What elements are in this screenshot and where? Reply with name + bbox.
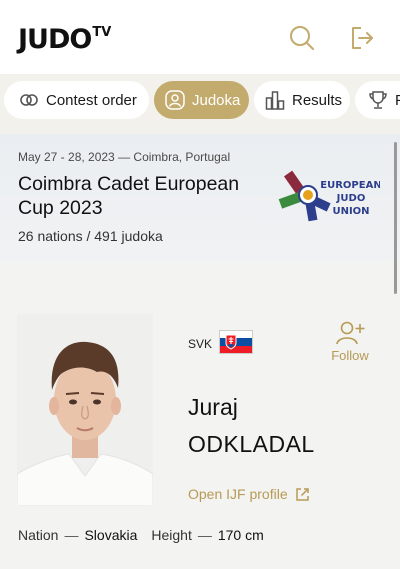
event-meta: May 27 - 28, 2023 — Coimbra, Portugal bbox=[18, 150, 230, 164]
country-code: SVK bbox=[188, 337, 213, 351]
profile-link-label: Open IJF profile bbox=[188, 486, 288, 502]
athlete-last-name: ODKLADAL bbox=[188, 431, 315, 457]
nation-label: Nation bbox=[18, 527, 59, 543]
event-stats: 26 nations / 491 judoka bbox=[18, 228, 163, 244]
tab-label: P bbox=[395, 92, 400, 109]
height-label: Height bbox=[151, 527, 192, 543]
tab-label: Contest order bbox=[46, 91, 137, 109]
open-ijf-profile-link[interactable]: Open IJF profile bbox=[188, 486, 310, 502]
search-icon bbox=[290, 26, 314, 50]
tab-label: Judoka bbox=[192, 91, 241, 109]
european-judo-union-logo: EUROPEAN JUDO UNION bbox=[278, 170, 380, 222]
logo-line-judo: JUDO bbox=[336, 193, 366, 204]
tab-contest-order[interactable]: Contest order bbox=[4, 81, 149, 119]
tab-bar: Contest order Judoka Results P bbox=[0, 74, 400, 134]
logo-line-european: EUROPEAN bbox=[320, 180, 380, 191]
event-title: Coimbra Cadet European Cup 2023 bbox=[18, 173, 240, 219]
logo-main-text: JUDO bbox=[18, 24, 92, 55]
nation-value: Slovakia bbox=[84, 527, 138, 543]
external-link-icon bbox=[295, 487, 309, 501]
event-header: May 27 - 28, 2023 — Coimbra, Portugal Co… bbox=[0, 134, 400, 262]
athlete-first-name: Juraj bbox=[188, 394, 238, 420]
top-bar: JUDO TV bbox=[0, 0, 400, 74]
event-location: Coimbra, Portugal bbox=[133, 150, 231, 164]
scrollbar[interactable] bbox=[394, 142, 397, 294]
tab-partial[interactable]: P bbox=[355, 81, 400, 119]
slovakia-flag-icon bbox=[219, 330, 253, 354]
athlete-photo bbox=[17, 314, 153, 506]
judotv-logo[interactable]: JUDO TV bbox=[18, 24, 111, 55]
meta-separator: — bbox=[118, 150, 134, 164]
rings-icon bbox=[20, 94, 38, 106]
tab-results[interactable]: Results bbox=[254, 81, 350, 119]
logout-icon bbox=[352, 27, 373, 49]
logout-button[interactable] bbox=[348, 24, 376, 52]
athlete-info-row: Nation — Slovakia Height —170 cm bbox=[18, 527, 264, 543]
logo-tv-text: TV bbox=[92, 25, 112, 40]
tab-label: Results bbox=[292, 91, 343, 109]
logo-line-union: UNION bbox=[332, 206, 369, 217]
follow-label: Follow bbox=[331, 348, 369, 363]
add-user-icon bbox=[336, 321, 365, 345]
search-button[interactable] bbox=[288, 24, 316, 52]
bar-chart-icon bbox=[265, 91, 285, 110]
tab-judoka[interactable]: Judoka bbox=[154, 81, 249, 119]
follow-button[interactable]: Follow bbox=[326, 320, 374, 368]
height-value: 170 cm bbox=[217, 527, 264, 543]
event-date: May 27 - 28, 2023 bbox=[18, 150, 115, 164]
user-icon bbox=[165, 90, 185, 110]
trophy-icon bbox=[369, 91, 387, 109]
